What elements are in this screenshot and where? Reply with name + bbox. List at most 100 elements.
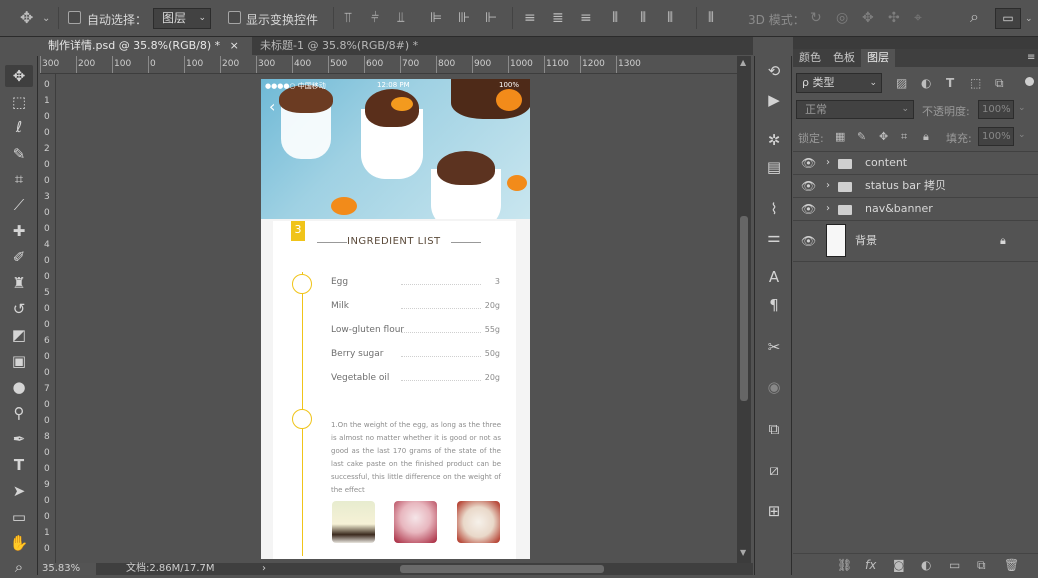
filter-smart-icon[interactable]: ⧉ bbox=[995, 75, 1004, 91]
chevron-down-icon[interactable]: ⌄ bbox=[1018, 130, 1026, 140]
scroll-down-icon[interactable]: ▼ bbox=[740, 548, 746, 557]
type-tool-icon[interactable]: T bbox=[5, 454, 33, 476]
canvas-area[interactable]: ●●●●○ 中国移动 12:08 PM 100% ‹ 3 INGREDIENT … bbox=[56, 74, 737, 563]
history-brush-icon[interactable]: ↺ bbox=[5, 298, 33, 320]
distribute-top-icon[interactable]: ≡ bbox=[524, 10, 536, 26]
document-canvas[interactable]: ●●●●○ 中国移动 12:08 PM 100% ‹ 3 INGREDIENT … bbox=[261, 79, 530, 559]
align-right-icon[interactable]: ⊩ bbox=[485, 10, 497, 26]
3d-rotate-icon[interactable]: ↻ bbox=[810, 10, 822, 26]
new-layer-icon[interactable]: ⧉ bbox=[977, 557, 986, 573]
healing-brush-icon[interactable]: ✚ bbox=[5, 220, 33, 242]
brushes-icon[interactable]: ⌇ bbox=[759, 198, 789, 220]
hand-tool-icon[interactable]: ✋ bbox=[5, 532, 33, 554]
move-tool-icon[interactable]: ✥ bbox=[5, 65, 33, 87]
tab-color[interactable]: 颜色 bbox=[793, 49, 827, 67]
show-transform-checkbox[interactable] bbox=[228, 11, 241, 24]
align-left-icon[interactable]: ⊫ bbox=[430, 10, 442, 26]
align-vcenter-icon[interactable]: ⫩ bbox=[371, 10, 379, 26]
visibility-eye-icon[interactable]: 👁︎ bbox=[801, 175, 816, 197]
lock-move-icon[interactable]: ✥ bbox=[879, 129, 888, 145]
lock-artboard-icon[interactable]: ⌗ bbox=[901, 129, 907, 145]
vertical-scrollbar[interactable]: ▲ ▼ bbox=[737, 56, 751, 563]
status-arrow[interactable]: › bbox=[262, 563, 266, 575]
brush-tool-icon[interactable]: ✐ bbox=[5, 246, 33, 268]
actions-play-icon[interactable]: ▶ bbox=[759, 89, 789, 111]
scroll-thumb[interactable] bbox=[740, 216, 748, 401]
move-tool-icon[interactable]: ✥ bbox=[20, 10, 33, 26]
chevron-right-icon[interactable]: › bbox=[826, 175, 830, 197]
histogram-icon[interactable]: ▤ bbox=[759, 156, 789, 178]
chevron-down-icon[interactable]: ⌄ bbox=[42, 11, 50, 27]
horizontal-scrollbar[interactable] bbox=[400, 565, 604, 573]
character-icon[interactable]: A bbox=[759, 266, 789, 288]
visibility-eye-icon[interactable]: 👁︎ bbox=[801, 198, 816, 220]
chevron-down-icon[interactable]: ⌄ bbox=[1025, 11, 1033, 27]
lock-all-icon[interactable]: 🔒︎ bbox=[923, 129, 929, 145]
clone-stamp-icon[interactable]: ♜ bbox=[5, 272, 33, 294]
marquee-tool-icon[interactable]: ⬚ bbox=[5, 91, 33, 113]
close-icon[interactable]: × bbox=[230, 39, 239, 52]
navigator-icon[interactable]: ✲ bbox=[759, 129, 789, 151]
pen-tool-icon[interactable]: ✒ bbox=[5, 428, 33, 450]
delete-layer-icon[interactable]: 🗑︎ bbox=[1004, 557, 1019, 573]
chevron-down-icon[interactable]: ⌄ bbox=[1018, 103, 1026, 113]
chevron-right-icon[interactable]: › bbox=[826, 152, 830, 174]
layer-row-content[interactable]: 👁︎ › content bbox=[793, 152, 1038, 175]
auto-align-icon[interactable]: ⫴ bbox=[708, 10, 714, 26]
paths-icon[interactable]: ⧉ bbox=[759, 418, 789, 440]
layer-row-background[interactable]: 👁︎ 背景 🔒︎ bbox=[793, 221, 1038, 262]
crop-tool-icon[interactable]: ⌗ bbox=[5, 168, 33, 190]
tab-document-2[interactable]: 未标题-1 @ 35.8%(RGB/8#) * × bbox=[252, 37, 442, 70]
eyedropper-icon[interactable]: ⟋ bbox=[5, 194, 33, 216]
opacity-input[interactable]: 100% bbox=[978, 100, 1014, 119]
filter-pixel-icon[interactable]: ▨ bbox=[896, 75, 907, 91]
distribute-hcenter-icon[interactable]: ⦀ bbox=[640, 10, 646, 26]
align-top-icon[interactable]: ⫪ bbox=[344, 10, 352, 26]
align-hcenter-icon[interactable]: ⊪ bbox=[458, 10, 470, 26]
layer-filter-dropdown[interactable]: ρ 类型 ⌄ bbox=[796, 73, 882, 93]
distribute-right-icon[interactable]: ⦀ bbox=[667, 10, 673, 26]
dodge-tool-icon[interactable]: ⚲ bbox=[5, 402, 33, 424]
panel-menu-icon[interactable]: ≡ bbox=[1027, 52, 1035, 63]
3d-icon[interactable]: ◉ bbox=[759, 376, 789, 398]
path-select-icon[interactable]: ➤ bbox=[5, 480, 33, 502]
timeline-icon[interactable]: ⊞ bbox=[759, 500, 789, 522]
layer-row-nav-banner[interactable]: 👁︎ › nav&banner bbox=[793, 198, 1038, 221]
eraser-icon[interactable]: ◩ bbox=[5, 324, 33, 346]
history-icon[interactable]: ⟲ bbox=[759, 60, 789, 82]
quick-select-icon[interactable]: ✎ bbox=[5, 143, 33, 165]
layer-select-dropdown[interactable]: 图层 ⌄ bbox=[153, 8, 211, 29]
blend-mode-dropdown[interactable]: 正常 ⌄ bbox=[796, 100, 914, 119]
lock-paint-icon[interactable]: ✎ bbox=[857, 129, 866, 145]
tools-preset-icon[interactable]: ✂ bbox=[759, 336, 789, 358]
3d-roll-icon[interactable]: ◎ bbox=[836, 10, 848, 26]
link-layers-icon[interactable]: ⛓︎ bbox=[837, 557, 852, 573]
fx-icon[interactable]: fx bbox=[865, 557, 876, 573]
channels-icon[interactable]: ⧄ bbox=[759, 459, 789, 481]
filter-shape-icon[interactable]: ⬚ bbox=[970, 75, 981, 91]
distribute-bottom-icon[interactable]: ≡ bbox=[580, 10, 592, 26]
tab-document-1[interactable]: 制作详情.psd @ 35.8%(RGB/8) * × bbox=[40, 37, 252, 55]
align-bottom-icon[interactable]: ⫫ bbox=[397, 10, 405, 26]
chevron-right-icon[interactable]: › bbox=[826, 198, 830, 220]
filter-toggle[interactable] bbox=[1025, 77, 1034, 86]
scroll-up-icon[interactable]: ▲ bbox=[740, 58, 746, 67]
zoom-level[interactable]: 35.83% bbox=[40, 563, 96, 575]
search-icon[interactable]: ⌕ bbox=[970, 9, 979, 25]
3d-slide-icon[interactable]: ✣ bbox=[888, 10, 900, 26]
workspace-button[interactable]: ▭ bbox=[995, 8, 1021, 29]
tab-layers[interactable]: 图层 bbox=[861, 49, 895, 67]
new-group-icon[interactable]: ▭ bbox=[949, 557, 960, 573]
adjustments-icon[interactable]: ⚌ bbox=[759, 226, 789, 248]
distribute-left-icon[interactable]: ⦀ bbox=[612, 10, 618, 26]
layer-row-status-bar-copy[interactable]: 👁︎ › status bar 拷贝 bbox=[793, 175, 1038, 198]
3d-scale-icon[interactable]: ⌖ bbox=[914, 10, 922, 26]
lasso-tool-icon[interactable]: ℓ bbox=[5, 116, 33, 138]
paragraph-icon[interactable]: ¶ bbox=[759, 294, 789, 316]
tab-swatches[interactable]: 色板 bbox=[827, 49, 861, 67]
rectangle-tool-icon[interactable]: ▭ bbox=[5, 506, 33, 528]
3d-pan-icon[interactable]: ✥ bbox=[862, 10, 874, 26]
lock-transparent-icon[interactable]: ▦ bbox=[835, 129, 845, 145]
add-mask-icon[interactable]: ◙ bbox=[893, 557, 905, 573]
blur-tool-icon[interactable]: ● bbox=[5, 376, 33, 398]
